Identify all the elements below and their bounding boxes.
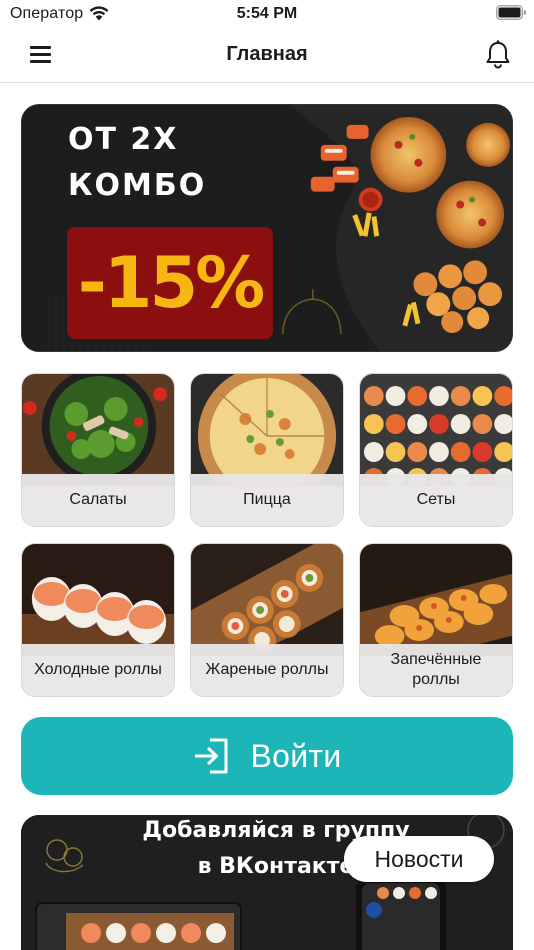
promo-banner[interactable]: ОТ 2Х КОМБО -15% [21, 104, 513, 352]
sushi-set-image [360, 374, 512, 486]
category-label: Сеты [416, 491, 456, 508]
cold-rolls-image [22, 544, 174, 656]
promo-title: ОТ 2Х КОМБО [68, 122, 207, 203]
category-label-box: Холодные роллы [22, 644, 174, 696]
login-button[interactable]: Войти [21, 717, 513, 795]
bell-icon[interactable] [480, 36, 516, 72]
category-card-baked-rolls[interactable]: Запечённые роллы [359, 543, 513, 697]
fried-rolls-image [191, 544, 343, 656]
category-label: Запечённые роллы [390, 651, 482, 688]
category-label: Жареные роллы [205, 661, 329, 678]
promo-discount-badge: -15% [67, 227, 273, 339]
category-label-box: Сеты [360, 474, 512, 526]
category-label-box: Запечённые роллы [360, 644, 512, 696]
category-label: Холодные роллы [34, 661, 162, 678]
menu-button[interactable] [20, 40, 62, 70]
category-card-pizza[interactable]: Пицца [190, 373, 344, 527]
battery-icon [496, 5, 526, 20]
pizza-image [191, 374, 343, 486]
category-card-salads[interactable]: Салаты [21, 373, 175, 527]
category-card-cold-rolls[interactable]: Холодные роллы [21, 543, 175, 697]
category-label-box: Пицца [191, 474, 343, 526]
login-arrow-icon [195, 738, 228, 774]
hamburger-icon-line [30, 60, 51, 63]
category-card-sets[interactable]: Сеты [359, 373, 513, 527]
hamburger-icon-line [30, 46, 51, 49]
news-button[interactable]: Новости [344, 836, 494, 882]
category-label: Пицца [243, 491, 291, 508]
hamburger-icon-line [30, 53, 51, 56]
baked-rolls-image [360, 544, 512, 656]
clock: 5:54 PM [236, 5, 298, 22]
category-label-box: Салаты [22, 474, 174, 526]
login-label: Войти [250, 737, 342, 774]
page-title: Главная [226, 43, 308, 65]
status-bar: Оператор 5:54 PM [0, 0, 534, 28]
category-label-box: Жареные роллы [191, 644, 343, 696]
category-card-fried-rolls[interactable]: Жареные роллы [190, 543, 344, 697]
nav-bar: Главная [0, 28, 534, 83]
vk-group-banner[interactable]: Добавляйся в группу в ВКонтакте Новости [21, 815, 513, 950]
category-label: Салаты [69, 491, 127, 508]
salad-image [22, 374, 174, 486]
